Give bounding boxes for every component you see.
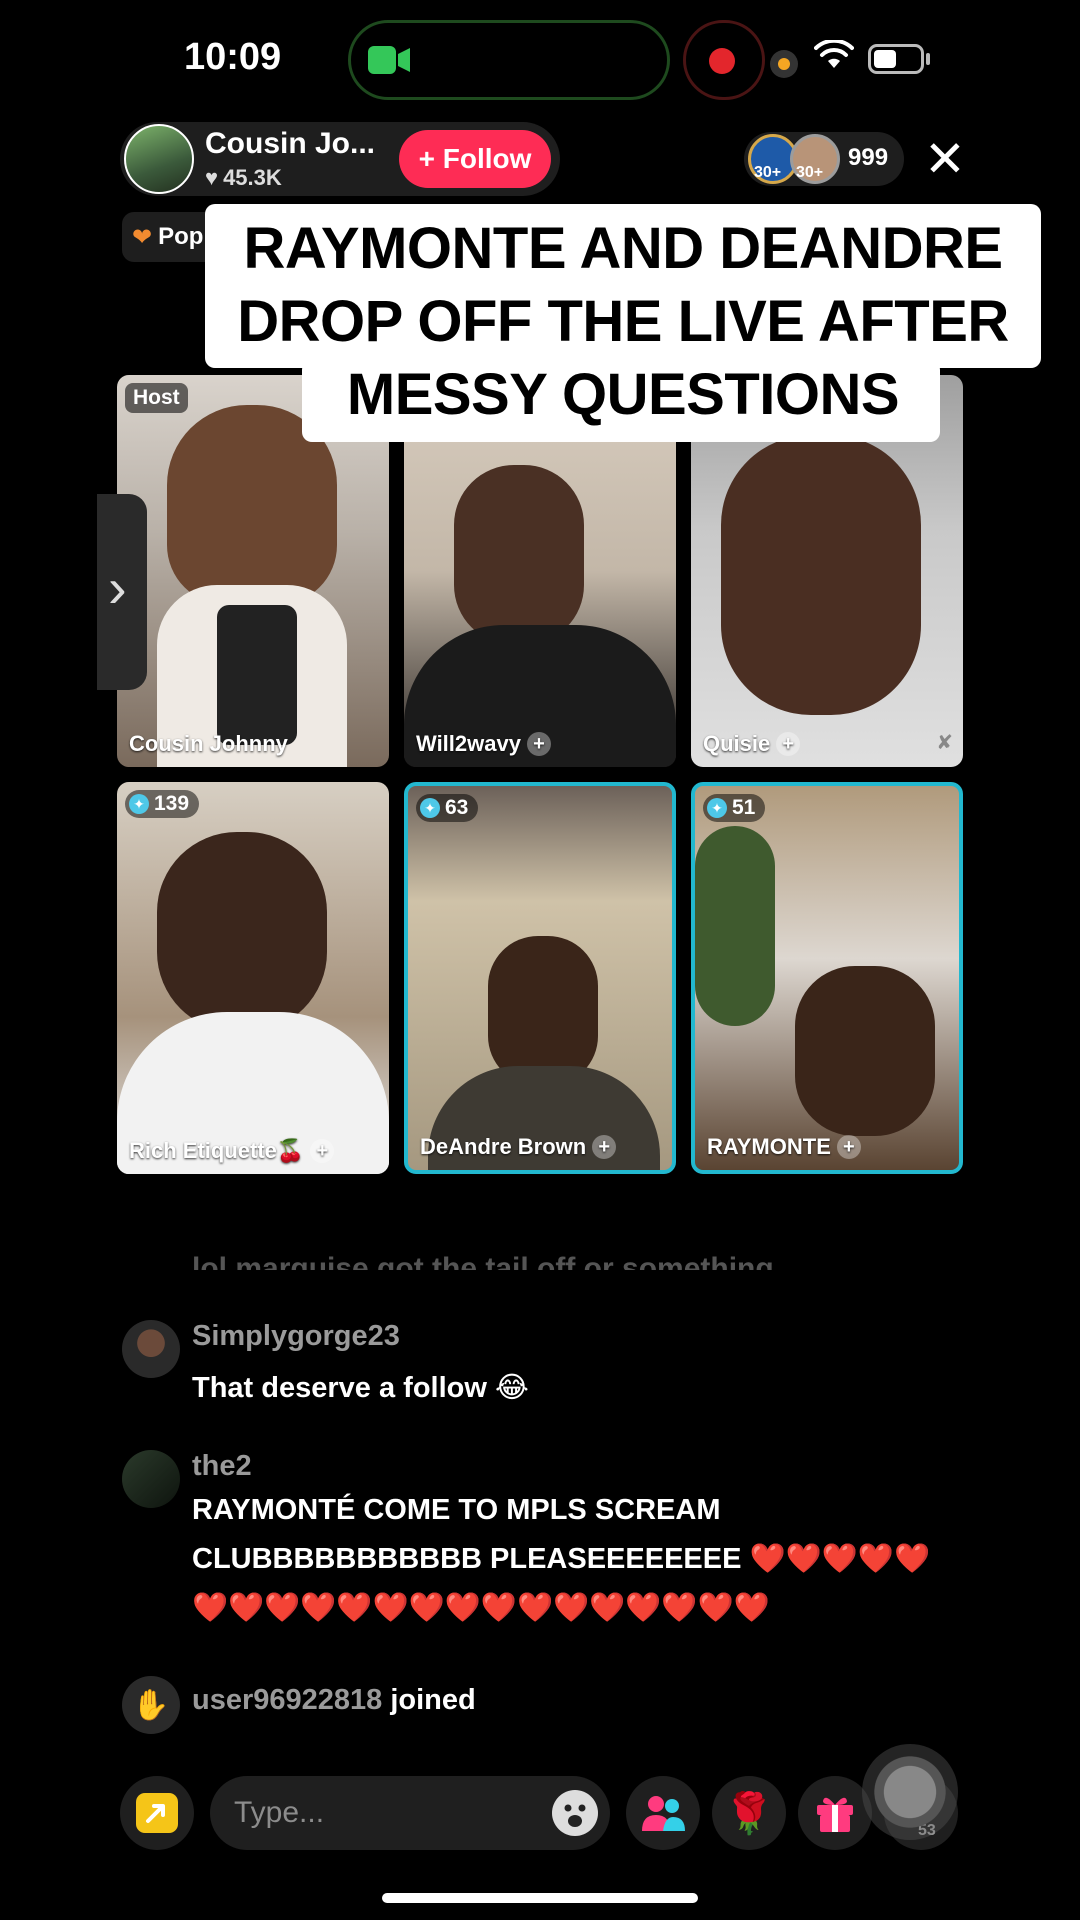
- people-icon: [642, 1796, 685, 1831]
- follow-plus-icon[interactable]: +: [310, 1139, 335, 1163]
- cup: [217, 605, 297, 745]
- host-avatar[interactable]: [124, 124, 194, 194]
- comment-line: CLUBBBBBBBBBBB PLEASEEEEEEEE ❤️❤️❤️❤️❤️: [192, 1543, 931, 1575]
- comment-line: ❤️❤️❤️❤️❤️❤️❤️❤️❤️❤️❤️❤️❤️❤️❤️❤️: [192, 1592, 770, 1624]
- guest-name: Cousin Johnny: [129, 731, 288, 757]
- guest-score: 63: [445, 796, 469, 819]
- caption-line: MESSY QUESTIONS: [346, 362, 900, 427]
- commenter-avatar[interactable]: [122, 1320, 180, 1378]
- guest-video: [157, 832, 327, 1032]
- guest-name: Will2wavy +: [416, 731, 551, 757]
- comment-username[interactable]: the2: [192, 1450, 252, 1483]
- multi-guest-button[interactable]: [626, 1776, 700, 1850]
- follow-button[interactable]: + Follow: [399, 130, 551, 188]
- guest-name-text: DeAndre Brown: [420, 1134, 587, 1159]
- comment-username[interactable]: Simplygorge23: [192, 1320, 400, 1353]
- wave-icon: ✋: [122, 1676, 180, 1734]
- guest-name-text: Cousin Johnny: [129, 731, 288, 756]
- guest-score: 139: [154, 792, 190, 815]
- guest-score-badge: ✦ 63: [416, 794, 479, 822]
- guest-name: Quisie +: [703, 731, 801, 757]
- close-icon[interactable]: ✕: [924, 134, 966, 184]
- guest-name: RAYMONTE +: [707, 1134, 861, 1160]
- battery-level: [874, 50, 896, 68]
- heart-icon: ♥: [205, 165, 219, 190]
- guest-name: DeAndre Brown +: [420, 1134, 617, 1160]
- battery-cap: [926, 53, 930, 65]
- wifi-icon: [814, 38, 854, 75]
- faded-comment: lol marquise got the tail off or somethi…: [192, 1252, 774, 1270]
- emoji-icon[interactable]: [552, 1790, 598, 1836]
- guest-video: [488, 936, 598, 1086]
- comment-text: RAYMONTÉ COME TO MPLS SCREAM CLUBBBBBBBB…: [192, 1486, 930, 1633]
- gem-icon: ✦: [129, 794, 149, 814]
- guest-name-text: RAYMONTE: [707, 1134, 831, 1159]
- share-arrow-icon: [136, 1793, 178, 1833]
- broken-heart-icon: ❤: [132, 223, 153, 251]
- guest-video: [795, 966, 935, 1136]
- guest-score-badge: ✦ 51: [703, 794, 766, 822]
- status-time: 10:09: [184, 36, 282, 78]
- gem-icon: ✦: [420, 798, 440, 818]
- chevron-right-icon[interactable]: ›: [108, 558, 127, 618]
- host-name[interactable]: Cousin Jo...: [205, 127, 375, 161]
- follow-plus-icon[interactable]: +: [526, 732, 551, 756]
- follow-plus-icon[interactable]: +: [592, 1135, 617, 1159]
- guest-video: [721, 435, 921, 715]
- plant: [695, 826, 775, 1026]
- gift-button[interactable]: [798, 1776, 872, 1850]
- guest-name-text: Quisie: [703, 731, 771, 756]
- host-likes-count: 45.3K: [223, 165, 282, 190]
- video-caption: RAYMONTE AND DEANDRE DROP OFF THE LIVE A…: [205, 212, 1041, 431]
- joined-username[interactable]: user96922818: [192, 1684, 382, 1716]
- assistive-touch-button[interactable]: [862, 1744, 958, 1840]
- guest-tile-selected[interactable]: ✦ 63 DeAndre Brown +: [404, 782, 676, 1174]
- share-button[interactable]: [120, 1776, 194, 1850]
- caption-line: RAYMONTE AND DEANDRE: [243, 216, 1003, 281]
- recording-icon: [709, 48, 735, 74]
- guest-tile[interactable]: ✦ 139 Rich Etiquette🍒 +: [117, 782, 389, 1174]
- guest-video: [454, 465, 584, 645]
- rose-gift-button[interactable]: 🌹: [712, 1776, 786, 1850]
- joined-notice: user96922818 joined: [192, 1684, 476, 1717]
- gift-icon: [817, 1797, 853, 1832]
- guest-name-text: Will2wavy: [416, 731, 521, 756]
- microphone-indicator-icon: [770, 50, 798, 78]
- joined-text: joined: [382, 1684, 476, 1716]
- comment-text: That deserve a follow 😂: [192, 1372, 529, 1404]
- guest-score-badge: ✦ 139: [125, 790, 200, 818]
- follow-plus-icon[interactable]: +: [836, 1135, 861, 1159]
- guest-tile-selected[interactable]: ✦ 51 RAYMONTE +: [691, 782, 963, 1174]
- muted-mic-icon: ✘: [936, 732, 953, 754]
- gem-icon: ✦: [707, 798, 727, 818]
- home-indicator[interactable]: [382, 1893, 698, 1903]
- popular-label: Pop: [158, 223, 204, 250]
- guest-score: 51: [732, 796, 756, 819]
- guest-name: Rich Etiquette🍒 +: [129, 1138, 335, 1164]
- host-likes: ♥ 45.3K: [205, 165, 282, 191]
- comment-line: RAYMONTÉ COME TO MPLS SCREAM: [192, 1494, 721, 1526]
- viewer-rank-badge: 30+: [796, 164, 824, 181]
- caption-line: DROP OFF THE LIVE AFTER: [237, 289, 1009, 354]
- rose-icon: 🌹: [724, 1791, 774, 1836]
- host-badge: Host: [125, 383, 188, 413]
- commenter-avatar[interactable]: [122, 1450, 180, 1508]
- viewer-count[interactable]: 999: [848, 144, 888, 172]
- comment-input-placeholder[interactable]: Type...: [234, 1796, 324, 1830]
- follow-plus-icon[interactable]: +: [776, 732, 801, 756]
- viewer-rank-badge: 30+: [754, 164, 782, 181]
- video-camera-icon: [368, 44, 412, 81]
- guest-name-text: Rich Etiquette🍒: [129, 1138, 305, 1163]
